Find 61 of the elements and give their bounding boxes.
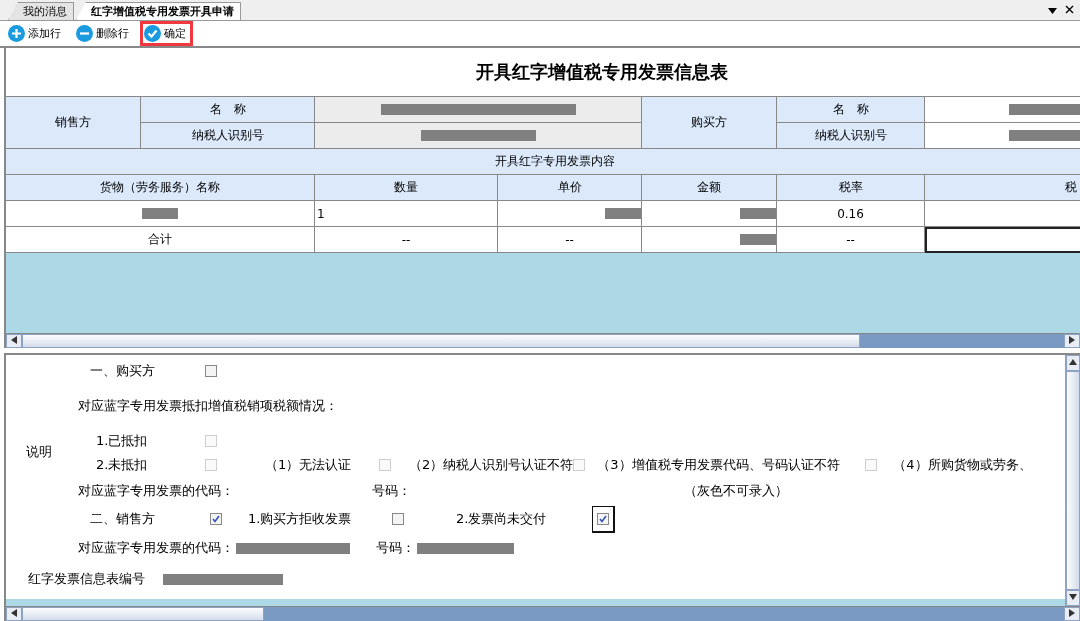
- field-label: 号码：: [376, 539, 415, 557]
- table-cell: --: [315, 227, 498, 253]
- table-cell: 1: [315, 201, 498, 227]
- column-header: 单价: [498, 175, 642, 201]
- down-arrow-icon[interactable]: [1069, 594, 1077, 600]
- column-header: 货物（劳务服务）名称: [6, 175, 315, 201]
- toolbar-button[interactable]: 删除行: [72, 21, 136, 46]
- checkbox[interactable]: [205, 365, 217, 377]
- option-label: 一、购买方: [89, 362, 156, 380]
- table-header-cell: 纳税人识别号: [777, 123, 925, 149]
- redaction-bar: [142, 208, 178, 219]
- left-arrow-icon[interactable]: [11, 609, 17, 617]
- plus-icon: [8, 25, 25, 42]
- checkbox[interactable]: [210, 513, 222, 525]
- section-header: 开具红字专用发票内容: [6, 149, 1080, 175]
- table-header-cell: 名 称: [777, 97, 925, 123]
- section-label: 说明: [25, 443, 53, 461]
- toolbar-button[interactable]: 确定: [140, 21, 193, 46]
- table-header-cell: 纳税人识别号: [141, 123, 315, 149]
- minus-icon: [76, 25, 93, 42]
- option-label: 1.已抵扣: [95, 432, 149, 450]
- checkbox[interactable]: [392, 513, 404, 525]
- check-icon: [144, 25, 161, 42]
- toolbar-button[interactable]: 添加行: [4, 21, 68, 46]
- option-label: （2）纳税人识别号认证不符: [409, 456, 574, 474]
- option-label: 1.购买方拒收发票: [248, 510, 353, 528]
- column-header: 金额: [642, 175, 777, 201]
- tab[interactable]: 我的消息: [8, 2, 74, 20]
- horizontal-scrollbar[interactable]: [6, 606, 1080, 621]
- field-label: 对应蓝字专用发票的代码：: [78, 482, 235, 500]
- option-label: （4）所购货物或劳务、: [893, 456, 1032, 474]
- column-header: 数量: [315, 175, 498, 201]
- table-header-cell: 销售方: [6, 97, 141, 149]
- right-arrow-icon[interactable]: [1069, 336, 1075, 344]
- table-header-cell: 购买方: [642, 97, 777, 149]
- field-label: 红字发票信息表编号: [28, 570, 145, 588]
- table-cell: 0.16: [777, 201, 925, 227]
- tab[interactable]: 红字增值税专用发票开具申请: [76, 2, 241, 20]
- option-label: （1）无法认证: [265, 456, 353, 474]
- column-header: 税: [925, 175, 1080, 201]
- field-label: 号码：: [372, 482, 412, 500]
- vertical-scrollbar[interactable]: [1065, 355, 1080, 606]
- option-label: 2.未抵扣: [95, 456, 149, 474]
- option-label: 2.发票尚未交付: [456, 510, 548, 528]
- table-cell: 合计: [6, 227, 315, 253]
- column-header: 税率: [777, 175, 925, 201]
- option-label: 二、销售方: [89, 510, 156, 528]
- option-label: （3）增值税专用发票代码、号码认证不符: [597, 456, 841, 474]
- table-cell: --: [777, 227, 925, 253]
- field-label: 对应蓝字专用发票的代码：: [78, 539, 234, 557]
- checkbox[interactable]: [597, 512, 609, 525]
- section-heading: 对应蓝字专用发票抵扣增值税销项税额情况：: [78, 397, 338, 415]
- hint-text: （灰色不可录入）: [684, 482, 788, 500]
- table-cell: --: [498, 227, 642, 253]
- close-icon[interactable]: [1065, 5, 1074, 14]
- horizontal-scrollbar[interactable]: [6, 333, 1080, 348]
- right-arrow-icon[interactable]: [1069, 609, 1075, 617]
- dropdown-icon[interactable]: [1048, 8, 1057, 14]
- up-arrow-icon[interactable]: [1069, 359, 1077, 365]
- left-arrow-icon[interactable]: [11, 336, 17, 344]
- table-header-cell: 名 称: [141, 97, 315, 123]
